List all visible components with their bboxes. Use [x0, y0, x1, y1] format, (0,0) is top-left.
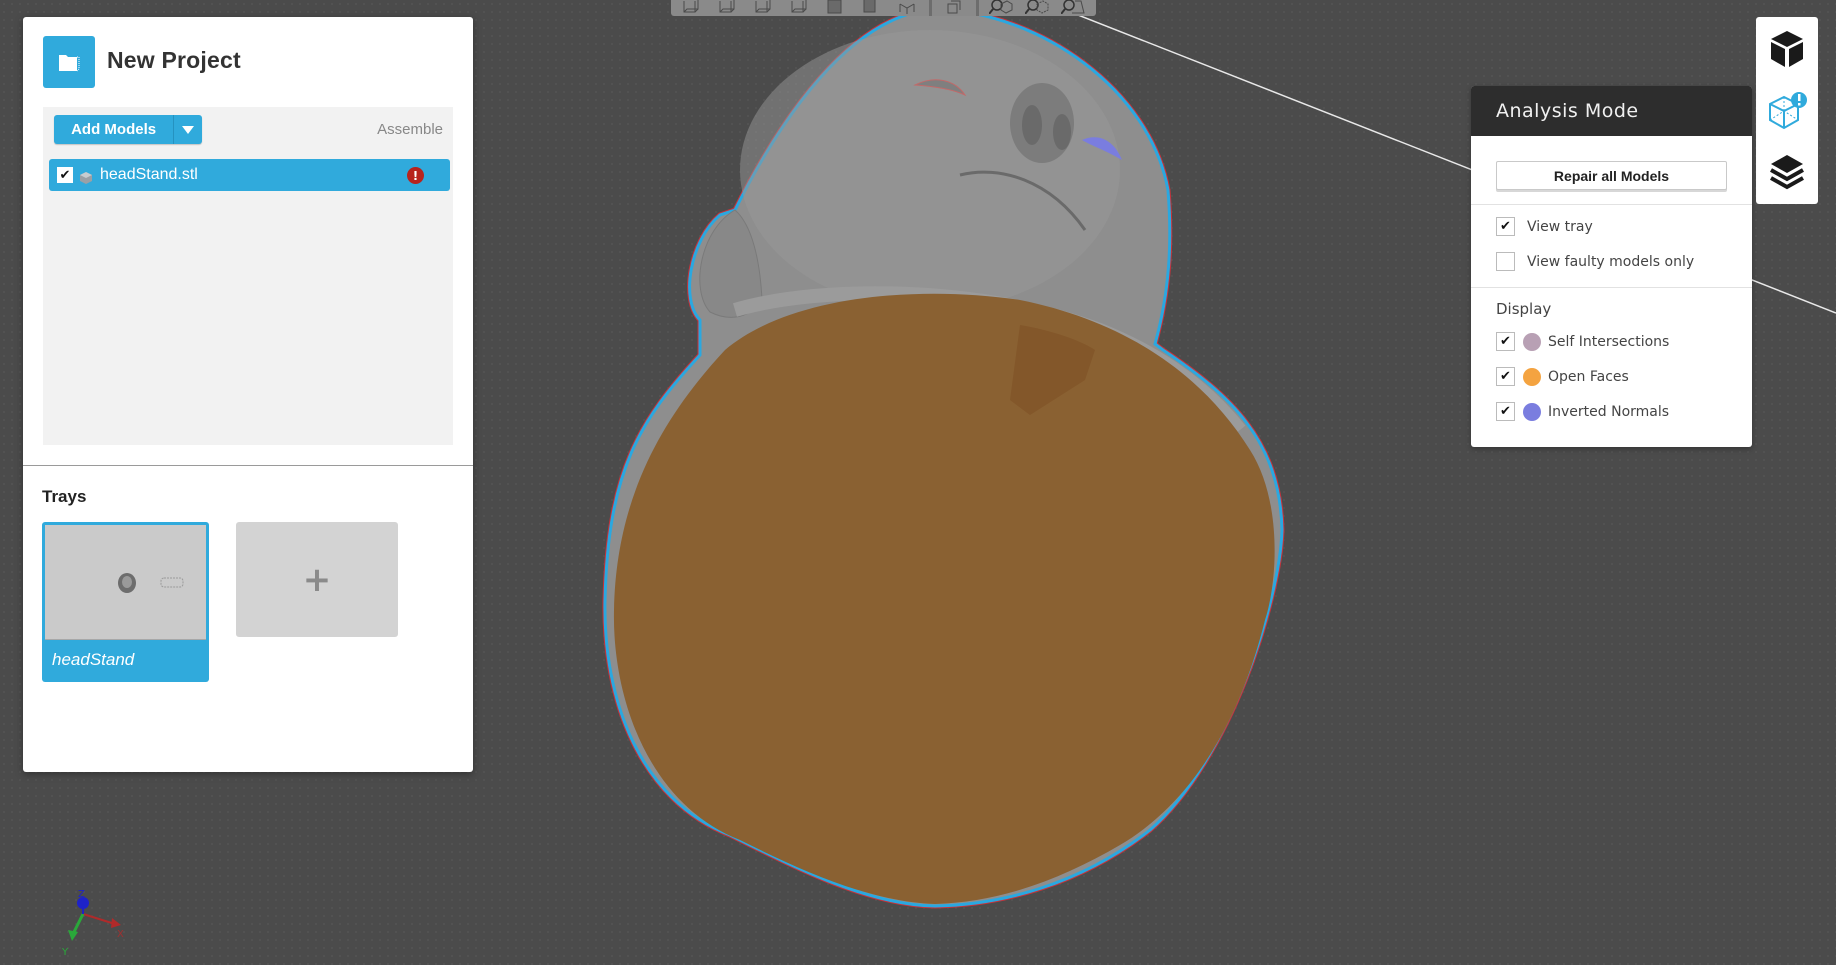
- nostril: [1053, 114, 1071, 150]
- open-faces-region: [613, 293, 1275, 904]
- inverted-normals-color-swatch: [1523, 402, 1541, 421]
- add-models-button[interactable]: Add Models: [54, 115, 202, 144]
- chevron-down-icon[interactable]: [173, 115, 202, 144]
- inverted-normals-checkbox[interactable]: ✔: [1496, 402, 1515, 421]
- view-tray-checkbox[interactable]: ✔: [1496, 217, 1515, 236]
- inverted-normals-label: Inverted Normals: [1548, 403, 1670, 420]
- zoom-all-icon[interactable]: [1023, 0, 1051, 14]
- view-faulty-checkbox[interactable]: [1496, 252, 1515, 271]
- axis-y-label: Y: [61, 947, 69, 958]
- toolbar-separator: [976, 0, 979, 16]
- view-perspective-icon[interactable]: [940, 0, 968, 14]
- tray-label: headStand: [52, 650, 135, 669]
- layers-icon[interactable]: [1756, 145, 1818, 201]
- display-label: Display: [1496, 300, 1552, 318]
- error-icon[interactable]: !: [407, 167, 424, 184]
- model-checkbox[interactable]: ✔: [57, 167, 73, 183]
- toolbar-separator: [929, 0, 932, 16]
- open-faces-option[interactable]: ✔ Open Faces: [1496, 367, 1629, 386]
- view-right-icon[interactable]: [785, 0, 813, 14]
- plus-icon: +: [302, 559, 332, 600]
- models-list: Add Models Assemble ✔ headStand.stl !: [43, 107, 453, 445]
- view-faulty-option[interactable]: View faulty models only: [1496, 252, 1694, 271]
- zoom-fit-icon[interactable]: [1059, 0, 1087, 14]
- view-faulty-label: View faulty models only: [1527, 253, 1695, 270]
- models-header: Add Models Assemble: [43, 107, 453, 151]
- model-headstand[interactable]: [602, 6, 1285, 909]
- model-cube-icon: [80, 169, 92, 184]
- panel-divider: [23, 465, 473, 466]
- view-iso-icon[interactable]: [893, 0, 921, 14]
- model-list-item[interactable]: ✔ headStand.stl !: [49, 159, 450, 191]
- open-faces-color-swatch: [1523, 367, 1541, 386]
- self-intersections-checkbox[interactable]: ✔: [1496, 332, 1515, 351]
- axis-z-label: Z: [78, 889, 85, 900]
- analysis-panel: Analysis Mode Repair all Models ✔ View t…: [1471, 86, 1752, 447]
- view-tray-option[interactable]: ✔ View tray: [1496, 217, 1593, 236]
- separator: [1471, 287, 1752, 288]
- repair-all-button[interactable]: Repair all Models: [1496, 161, 1727, 190]
- face-shade: [740, 30, 1120, 310]
- mode-toolbar: [1756, 17, 1818, 204]
- trays-title: Trays: [42, 487, 87, 506]
- axes-gizmo: X Y Z: [61, 889, 124, 958]
- self-intersections-option[interactable]: ✔ Self Intersections: [1496, 332, 1669, 351]
- model-view-icon[interactable]: [1756, 21, 1818, 77]
- inverted-normals-option[interactable]: ✔ Inverted Normals: [1496, 402, 1669, 421]
- folder-icon: [43, 36, 95, 88]
- tray-thumbnail: [45, 525, 206, 640]
- zoom-selection-icon[interactable]: [987, 0, 1015, 14]
- view-left-icon[interactable]: [749, 0, 777, 14]
- view-back-icon[interactable]: [713, 0, 741, 14]
- view-bottom-icon[interactable]: [857, 0, 885, 14]
- view-tray-label: View tray: [1527, 218, 1593, 235]
- view-toolbar: [671, 0, 1096, 16]
- analysis-mode-icon[interactable]: [1756, 83, 1818, 139]
- project-panel: New Project Add Models Assemble ✔ headSt…: [23, 17, 473, 772]
- analysis-title: Analysis Mode: [1471, 86, 1752, 136]
- assemble-button[interactable]: Assemble: [377, 121, 443, 138]
- tray-card[interactable]: headStand: [42, 522, 209, 682]
- self-intersections-color-swatch: [1523, 332, 1541, 351]
- axis-x-label: X: [117, 929, 124, 940]
- open-faces-checkbox[interactable]: ✔: [1496, 367, 1515, 386]
- open-faces-label: Open Faces: [1548, 368, 1629, 385]
- view-front-icon[interactable]: [677, 0, 705, 14]
- separator: [1471, 204, 1752, 205]
- project-title: New Project: [107, 47, 241, 73]
- add-models-label: Add Models: [71, 121, 157, 138]
- self-intersections-label: Self Intersections: [1548, 333, 1670, 350]
- view-top-icon[interactable]: [821, 0, 849, 14]
- model-name: headStand.stl: [100, 166, 198, 183]
- add-tray-button[interactable]: +: [236, 522, 398, 637]
- nostril: [1022, 105, 1042, 145]
